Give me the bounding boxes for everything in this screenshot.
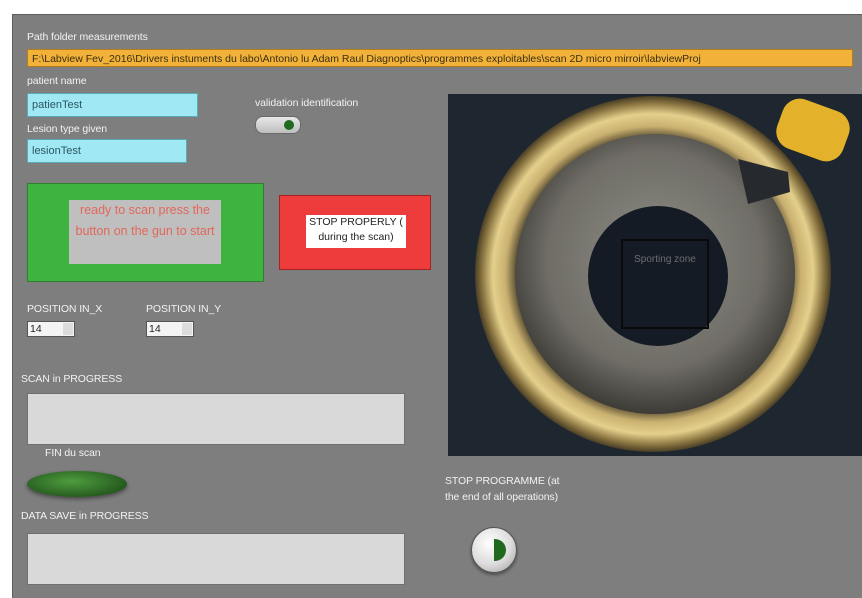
position-x-value: 14 bbox=[30, 323, 42, 335]
position-y-label: POSITION IN_Y bbox=[146, 303, 222, 315]
ready-to-scan-button[interactable]: ready to scan press the button on the gu… bbox=[27, 183, 264, 282]
path-field[interactable]: F:\Labview Fev_2016\Drivers instuments d… bbox=[27, 49, 853, 67]
labview-front-panel: Path folder measurements F:\Labview Fev_… bbox=[12, 14, 862, 598]
data-save-field bbox=[27, 533, 405, 585]
toggle-indicator-icon bbox=[284, 120, 294, 130]
stop-programme-label: STOP PROGRAMME (at the end of all operat… bbox=[445, 475, 560, 503]
lesion-label: Lesion type given bbox=[27, 123, 108, 135]
position-y-value: 14 bbox=[149, 323, 161, 335]
patient-name-label: patient name bbox=[27, 75, 87, 87]
ready-to-scan-label: ready to scan press the button on the gu… bbox=[69, 200, 221, 264]
camera-image: Sporting zone bbox=[448, 94, 862, 456]
sporting-zone-text: Sporting zone bbox=[634, 254, 696, 265]
spinner-icon[interactable] bbox=[182, 323, 192, 335]
stop-properly-label: STOP PROPERLY ( during the scan) bbox=[306, 215, 406, 248]
position-x-field[interactable]: 14 bbox=[27, 321, 75, 337]
patient-name-field[interactable]: patienTest bbox=[27, 93, 198, 117]
position-y-field[interactable]: 14 bbox=[146, 321, 194, 337]
fin-scan-led bbox=[27, 471, 127, 497]
path-label: Path folder measurements bbox=[27, 31, 148, 43]
scan-progress-field bbox=[27, 393, 405, 445]
stop-properly-button[interactable]: STOP PROPERLY ( during the scan) bbox=[279, 195, 431, 270]
stop-programme-button[interactable] bbox=[471, 527, 517, 573]
camera-view: Sporting zone bbox=[448, 94, 862, 456]
data-save-label: DATA SAVE in PROGRESS bbox=[21, 510, 149, 522]
position-x-label: POSITION IN_X bbox=[27, 303, 103, 315]
validation-toggle[interactable] bbox=[255, 116, 301, 134]
stop-indicator-icon bbox=[494, 539, 506, 561]
lesion-field[interactable]: lesionTest bbox=[27, 139, 187, 163]
scan-progress-label: SCAN in PROGRESS bbox=[21, 373, 123, 385]
fin-scan-label: FIN du scan bbox=[45, 447, 101, 459]
validation-label: validation identification bbox=[255, 97, 359, 109]
spinner-icon[interactable] bbox=[63, 323, 73, 335]
